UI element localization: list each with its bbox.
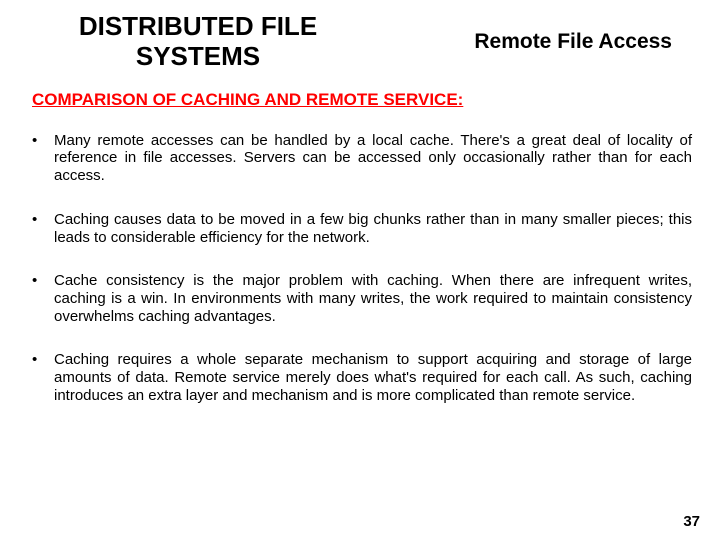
page-number: 37 (683, 513, 700, 530)
list-item: • Many remote accesses can be handled by… (32, 132, 692, 185)
list-item: • Cache consistency is the major problem… (32, 272, 692, 325)
list-item: • Caching requires a whole separate mech… (32, 351, 692, 404)
slide-header: DISTRIBUTED FILE SYSTEMS Remote File Acc… (28, 12, 692, 72)
slide-title: DISTRIBUTED FILE SYSTEMS (38, 12, 358, 72)
slide-subtitle: Remote File Access (474, 30, 672, 54)
bullet-text: Caching causes data to be moved in a few… (54, 211, 692, 246)
bullet-list: • Many remote accesses can be handled by… (32, 132, 692, 405)
bullet-icon: • (32, 132, 54, 150)
bullet-icon: • (32, 351, 54, 369)
section-heading: COMPARISON OF CACHING AND REMOTE SERVICE… (32, 90, 692, 110)
bullet-text: Cache consistency is the major problem w… (54, 272, 692, 325)
bullet-text: Caching requires a whole separate mechan… (54, 351, 692, 404)
list-item: • Caching causes data to be moved in a f… (32, 211, 692, 246)
bullet-text: Many remote accesses can be handled by a… (54, 132, 692, 185)
bullet-icon: • (32, 211, 54, 229)
bullet-icon: • (32, 272, 54, 290)
